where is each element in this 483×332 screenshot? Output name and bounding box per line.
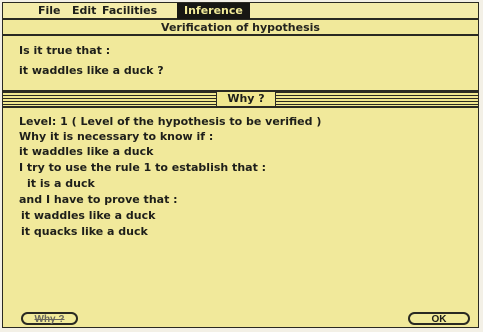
ok-button[interactable]: OK	[408, 312, 470, 325]
why-panel-label: Why ?	[216, 92, 276, 106]
rule-line: I try to use the rule 1 to establish tha…	[19, 161, 267, 174]
why-explanation-panel: Level: 1 ( Level of the hypothesis to be…	[3, 108, 478, 298]
menu-edit[interactable]: Edit	[72, 4, 96, 18]
hypothesis-line: it waddles like a duck	[19, 145, 154, 158]
menu-facilities[interactable]: Facilities	[102, 4, 157, 18]
dialog-title: Verification of hypothesis	[3, 20, 478, 36]
proof-intro-line: and I have to prove that :	[19, 193, 178, 206]
question-area: Is it true that : it waddles like a duck…	[3, 36, 478, 92]
menu-bar: File Edit Facilities Inference	[3, 3, 478, 20]
conclusion-line: it is a duck	[27, 177, 95, 190]
why-button[interactable]: Why ?	[21, 312, 78, 325]
proof-item-2: it quacks like a duck	[21, 225, 148, 238]
question-text: it waddles like a duck ?	[19, 64, 164, 77]
proof-item-1: it waddles like a duck	[21, 209, 156, 222]
necessity-line: Why it is necessary to know if :	[19, 130, 214, 143]
question-prompt: Is it true that :	[19, 44, 111, 57]
menu-file[interactable]: File	[38, 4, 61, 18]
expert-system-screen: File Edit Facilities Inference Verificat…	[2, 2, 479, 328]
level-line: Level: 1 ( Level of the hypothesis to be…	[19, 115, 322, 128]
why-panel-bar: Why ?	[3, 92, 478, 108]
menu-inference[interactable]: Inference	[177, 3, 250, 19]
